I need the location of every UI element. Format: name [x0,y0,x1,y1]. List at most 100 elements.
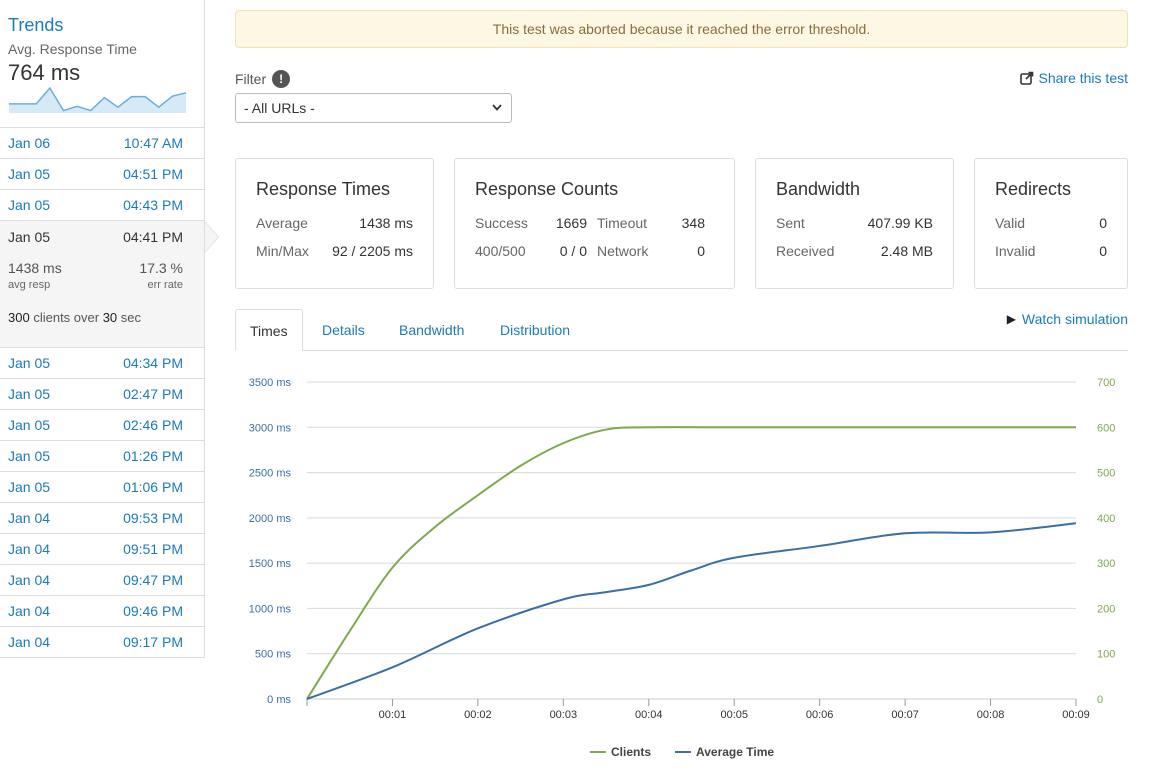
run-time: 04:51 PM [123,166,183,182]
card-title: Response Times [256,179,391,199]
tab-times[interactable]: Times [235,309,303,351]
average-value: 1438 ms [359,215,413,231]
chart-tabs: Times Details Bandwidth Distribution [235,309,1128,351]
y-left-tick-label: 500 ms [255,649,292,661]
x-tick-label: 00:04 [635,709,663,721]
card-title: Redirects [995,179,1072,199]
clients-summary: 300 clients over 30 sec [8,310,183,325]
share-icon [1019,71,1033,85]
run-date: Jan 05 [8,448,51,464]
y-left-tick-label: 2000 ms [249,513,292,525]
run-item[interactable]: Jan 05 01:26 PM [0,441,204,472]
filter-label-group: Filter ! [235,70,291,88]
run-date: Jan 04 [8,634,51,650]
valid-label: Valid [995,215,1026,231]
y-right-tick-label: 0 [1097,694,1103,706]
run-item[interactable]: Jan 05 04:51 PM [0,159,204,190]
run-item[interactable]: Jan 05 01:06 PM [0,472,204,503]
legend-label[interactable]: Clients [611,745,651,759]
x-tick-label: 00:02 [464,709,492,721]
run-item[interactable]: Jan 05 02:46 PM [0,410,204,441]
y-right-tick-label: 300 [1097,558,1115,570]
run-item[interactable]: Jan 04 09:17 PM [0,627,204,658]
run-item[interactable]: Jan 04 09:46 PM [0,596,204,627]
minmax-label: Min/Max [256,243,309,259]
run-date: Jan 05 [8,417,51,433]
err-rate-label: err rate [147,279,183,291]
run-time: 09:46 PM [123,603,183,619]
trends-panel: Trends Avg. Response Time 764 ms [0,0,204,128]
run-item-active[interactable]: Jan 05 04:41 PM [0,221,219,253]
x-tick-label: 00:03 [550,709,578,721]
active-run-details: 1438 ms avg resp 17.3 % err rate 300 cli… [0,252,204,348]
run-item[interactable]: Jan 05 04:34 PM [0,348,204,379]
run-item[interactable]: Jan 05 02:47 PM [0,379,204,410]
avg-resp-value: 1438 ms [8,260,62,276]
trends-value: 764 ms [8,60,81,85]
received-label: Received [776,243,835,259]
timeout-label: Timeout [597,215,648,231]
run-item[interactable]: Jan 04 09:47 PM [0,565,204,596]
run-date: Jan 05 [8,479,51,495]
run-item[interactable]: Jan 06 10:47 AM [0,128,204,159]
y-left-tick-label: 3500 ms [249,377,292,389]
y-right-tick-label: 700 [1097,377,1115,389]
x-tick-label: 00:06 [806,709,834,721]
invalid-label: Invalid [995,243,1036,259]
run-time: 04:41 PM [123,228,183,245]
run-date: Jan 05 [8,197,51,213]
filter-label: Filter [235,71,267,87]
legend-label[interactable]: Average Time [696,745,774,759]
err-rate-value: 17.3 % [139,260,183,276]
invalid-value: 0 [1099,243,1107,259]
run-date: Jan 05 [8,386,51,402]
y-left-tick-label: 1500 ms [249,558,292,570]
tab-distribution[interactable]: Distribution [500,309,570,351]
run-item[interactable]: Jan 05 04:43 PM [0,190,204,221]
tab-details[interactable]: Details [322,309,365,351]
run-date: Jan 05 [8,166,51,182]
run-time: 02:47 PM [123,386,183,402]
trends-sidebar: Trends Avg. Response Time 764 ms Jan 06 1… [0,0,219,658]
duration-value: 30 [102,310,118,325]
run-date: Jan 05 [8,355,51,371]
timeout-value: 348 [681,215,705,231]
tab-bandwidth[interactable]: Bandwidth [399,309,464,351]
share-test-link[interactable]: Share this test [1019,70,1129,86]
y-right-tick-label: 400 [1097,513,1115,525]
received-value: 2.48 MB [880,243,933,259]
run-date: Jan 04 [8,572,51,588]
run-time: 04:34 PM [123,355,183,371]
y-left-tick-label: 3000 ms [249,422,292,434]
run-time: 09:53 PM [123,510,183,526]
run-item[interactable]: Jan 04 09:51 PM [0,534,204,565]
x-tick-label: 00:08 [977,709,1005,721]
url-filter-select[interactable]: - All URLs - [235,93,512,123]
sent-label: Sent [776,215,805,231]
times-chart: 0 ms 0 500 ms 100 1000 ms 200 1500 ms 300 2000 m… [249,377,1116,759]
success-value: 1669 [555,215,587,231]
success-label: Success [475,215,528,231]
y-left-tick-label: 2500 ms [249,468,292,480]
response-time-sparkline [9,86,187,113]
run-item[interactable]: Jan 04 09:53 PM [0,503,204,534]
play-icon: ▶ [1006,312,1016,326]
sent-value: 407.99 KB [867,215,933,231]
info-icon[interactable]: ! [272,70,291,88]
trends-title: Trends [8,15,64,35]
run-date: Jan 04 [8,603,51,619]
run-time: 09:51 PM [123,541,183,557]
watch-simulation-link[interactable]: ▶ Watch simulation [1007,311,1128,327]
card-title: Response Counts [475,179,619,199]
x-tick-label: 00:09 [1062,709,1090,721]
share-label: Share this test [1038,70,1129,86]
series-line-average-time [306,522,1077,700]
run-time: 02:46 PM [123,417,183,433]
y-right-tick-label: 200 [1097,603,1115,615]
network-value: 0 [697,243,705,259]
y-left-tick-label: 0 ms [267,694,291,706]
x-tick-label: 00:07 [891,709,919,721]
y-right-tick-label: 100 [1097,649,1115,661]
y-right-tick-label: 600 [1097,422,1115,434]
duration-unit: sec [120,310,142,325]
